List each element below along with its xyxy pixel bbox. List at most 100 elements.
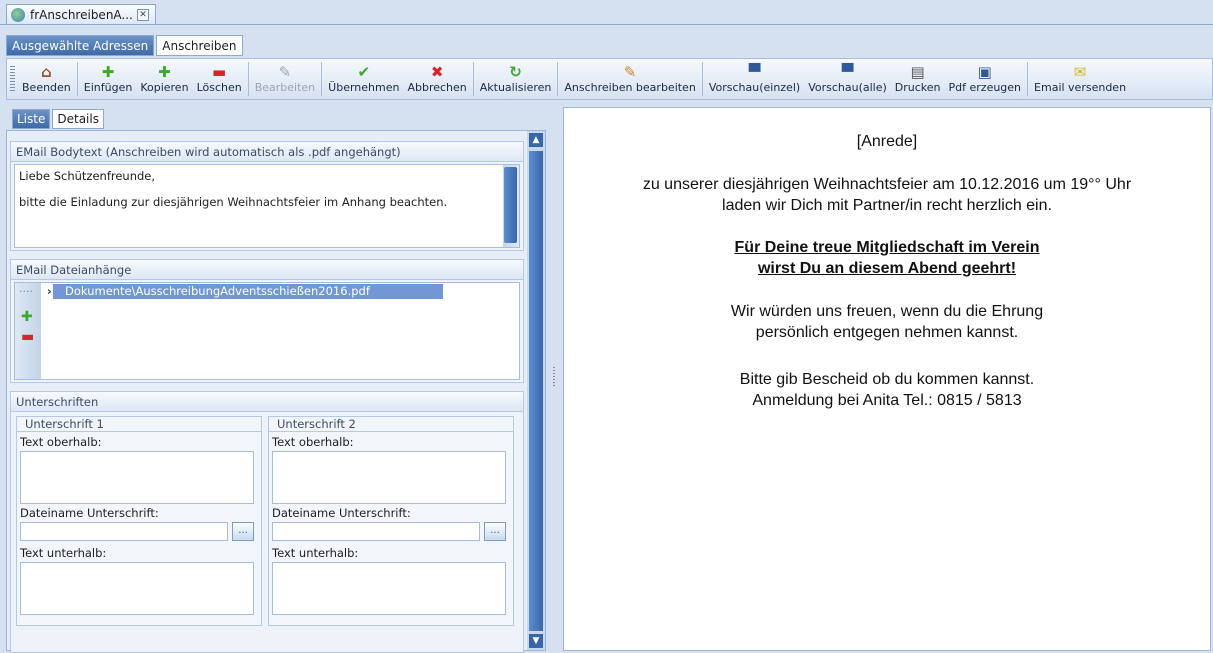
preview-line: Bitte gib Bescheid ob du kommen kannst. bbox=[739, 371, 1035, 388]
checkmark-icon: ✔ bbox=[357, 63, 371, 81]
uebernehmen-button[interactable]: ✔ Übernehmen bbox=[324, 59, 403, 99]
remove-attachment-icon[interactable]: ▬ bbox=[21, 329, 34, 345]
separator bbox=[76, 62, 78, 96]
vorschau-alle-button[interactable]: ▀ Vorschau(alle) bbox=[804, 59, 891, 99]
copy-icon: ✚ bbox=[158, 63, 171, 81]
group-header: EMail Bodytext (Anschreiben wird automat… bbox=[11, 142, 523, 162]
preview-line: zu unserer diesjährigen Weihnachtsfeier … bbox=[642, 176, 1132, 193]
attachments-toolbar: ···· ✚ ▬ bbox=[15, 283, 41, 379]
drucken-button[interactable]: ▤ Drucken bbox=[891, 59, 945, 99]
signature-1-group: Unterschrift 1 Text oberhalb: Dateiname … bbox=[16, 416, 262, 626]
printer-icon: ▤ bbox=[910, 63, 925, 81]
filename-field[interactable] bbox=[272, 522, 480, 541]
preview-highlight: Für Deine treue Mitgliedschaft im Verein bbox=[734, 239, 1040, 256]
text-above-field[interactable] bbox=[272, 451, 506, 504]
letter-preview: [Anrede] zu unserer diesjährigen Weihnac… bbox=[563, 107, 1211, 651]
preview-line: laden wir Dich mit Partner/in recht herz… bbox=[722, 197, 1052, 214]
preview-line: Wir würden uns freuen, wenn du die Ehrun… bbox=[730, 303, 1044, 320]
tab-liste[interactable]: Liste bbox=[12, 109, 51, 129]
exit-icon: ⌂ bbox=[41, 63, 52, 81]
vorschau-einzel-button[interactable]: ▀ Vorschau(einzel) bbox=[705, 59, 804, 99]
details-body: EMail Bodytext (Anschreiben wird automat… bbox=[6, 130, 546, 653]
cancel-icon: ✖ bbox=[430, 63, 444, 81]
scroll-thumb[interactable] bbox=[529, 151, 543, 631]
refresh-icon: ↻ bbox=[509, 63, 522, 81]
splitter-grip[interactable] bbox=[553, 367, 555, 387]
scroll-thumb[interactable] bbox=[504, 167, 517, 243]
group-header: EMail Dateianhänge bbox=[11, 260, 523, 280]
filename-field[interactable] bbox=[20, 522, 228, 541]
anschreiben-bearbeiten-button[interactable]: ✎ Anschreiben bearbeiten bbox=[560, 59, 699, 99]
tab-divider bbox=[0, 24, 1213, 25]
signatures-group: Unterschriften Unterschrift 1 Text oberh… bbox=[10, 391, 524, 653]
delete-icon: ▬ bbox=[212, 63, 227, 81]
preview-line: persönlich entgegen nehmen kannst. bbox=[755, 324, 1019, 341]
document-tab-title: frAnschreibenA... bbox=[30, 7, 133, 22]
separator bbox=[321, 62, 323, 96]
monitor-icon: ▀ bbox=[841, 63, 854, 81]
panel-scrollbar[interactable]: ▲ ▼ bbox=[527, 131, 545, 650]
beenden-button[interactable]: ⌂ Beenden bbox=[18, 59, 75, 99]
save-disk-icon: ▣ bbox=[977, 63, 992, 81]
attachments-list[interactable]: ···· ✚ ▬ › Dokumente\AusschreibungAdvents… bbox=[14, 282, 520, 380]
signature-1-title: Unterschrift 1 bbox=[17, 417, 261, 432]
text-below-label: Text unterhalb: bbox=[272, 546, 359, 560]
attachments-group: EMail Dateianhänge ···· ✚ ▬ › Dokumente\A… bbox=[10, 259, 524, 383]
text-above-label: Text oberhalb: bbox=[20, 435, 102, 449]
monitor-icon: ▀ bbox=[748, 63, 761, 81]
email-body-group: EMail Bodytext (Anschreiben wird automat… bbox=[10, 141, 524, 251]
panel-tabs: Liste Details bbox=[12, 109, 106, 129]
text-below-label: Text unterhalb: bbox=[20, 546, 107, 560]
text-below-field[interactable] bbox=[272, 562, 506, 615]
edit-letter-icon: ✎ bbox=[623, 63, 637, 81]
add-attachment-icon[interactable]: ✚ bbox=[21, 309, 33, 325]
tab-anschreiben[interactable]: Anschreiben bbox=[156, 35, 243, 56]
filename-label: Dateiname Unterschrift: bbox=[20, 506, 159, 520]
separator bbox=[1027, 62, 1029, 96]
email-body-line: bitte die Einladung zur diesjährigen Wei… bbox=[19, 195, 448, 209]
scroll-up-icon[interactable]: ▲ bbox=[529, 133, 543, 147]
email-body-line: Liebe Schützenfreunde, bbox=[19, 169, 156, 183]
pdf-erzeugen-button[interactable]: ▣ Pdf erzeugen bbox=[945, 59, 1026, 99]
preview-line: Anmeldung bei Anita Tel.: 0815 / 5813 bbox=[752, 392, 1022, 409]
preview-highlight: wirst Du an diesem Abend geehrt! bbox=[757, 260, 1017, 277]
pencil-icon: ✎ bbox=[278, 63, 292, 81]
separator bbox=[247, 62, 249, 96]
kopieren-button[interactable]: ✚ Kopieren bbox=[136, 59, 192, 99]
browse-button[interactable]: ... bbox=[484, 522, 506, 541]
splitter[interactable] bbox=[550, 107, 558, 651]
text-below-field[interactable] bbox=[20, 562, 254, 615]
abbrechen-button[interactable]: ✖ Abbrechen bbox=[403, 59, 470, 99]
separator bbox=[557, 62, 559, 96]
einfuegen-button[interactable]: ✚ Einfügen bbox=[80, 59, 137, 99]
bearbeiten-button[interactable]: ✎ Bearbeiten bbox=[251, 59, 319, 99]
toolbar-grip[interactable] bbox=[10, 66, 15, 92]
filename-label: Dateiname Unterschrift: bbox=[272, 506, 411, 520]
preview-salutation: [Anrede] bbox=[856, 133, 918, 150]
email-icon: ✉ bbox=[1073, 63, 1087, 81]
ellipsis-icon: ···· bbox=[19, 285, 33, 298]
signature-2-group: Unterschrift 2 Text oberhalb: Dateiname … bbox=[268, 416, 514, 626]
separator bbox=[701, 62, 703, 96]
aktualisieren-button[interactable]: ↻ Aktualisieren bbox=[476, 59, 556, 99]
scroll-down-icon[interactable]: ▼ bbox=[529, 634, 543, 648]
toolbar: ⌂ Beenden ✚ Einfügen ✚ Kopieren ▬ Löschen ✎ B… bbox=[6, 58, 1213, 100]
browse-button[interactable]: ... bbox=[232, 522, 254, 541]
row-indicator-icon: › bbox=[47, 284, 52, 298]
email-versenden-button[interactable]: ✉ Email versenden bbox=[1030, 59, 1130, 99]
text-above-label: Text oberhalb: bbox=[272, 435, 354, 449]
close-icon[interactable]: ✕ bbox=[137, 8, 149, 21]
view-tabs: Ausgewählte Adressen Anschreiben bbox=[6, 35, 245, 56]
tab-ausgewaehlte-adressen[interactable]: Ausgewählte Adressen bbox=[6, 35, 155, 56]
list-item[interactable]: › Dokumente\AusschreibungAdventsschießen2… bbox=[47, 284, 443, 299]
details-panel: Liste Details EMail Bodytext (Anschreibe… bbox=[6, 107, 546, 653]
document-tab[interactable]: frAnschreibenA... ✕ bbox=[6, 4, 156, 24]
textarea-scrollbar[interactable] bbox=[503, 165, 519, 247]
tab-details[interactable]: Details bbox=[52, 109, 104, 129]
text-above-field[interactable] bbox=[20, 451, 254, 504]
loeschen-button[interactable]: ▬ Löschen bbox=[193, 59, 246, 99]
separator bbox=[472, 62, 474, 96]
group-header: Unterschriften bbox=[11, 392, 523, 412]
add-icon: ✚ bbox=[101, 63, 115, 81]
email-body-textarea[interactable]: Liebe Schützenfreunde, bitte die Einladu… bbox=[14, 164, 520, 248]
